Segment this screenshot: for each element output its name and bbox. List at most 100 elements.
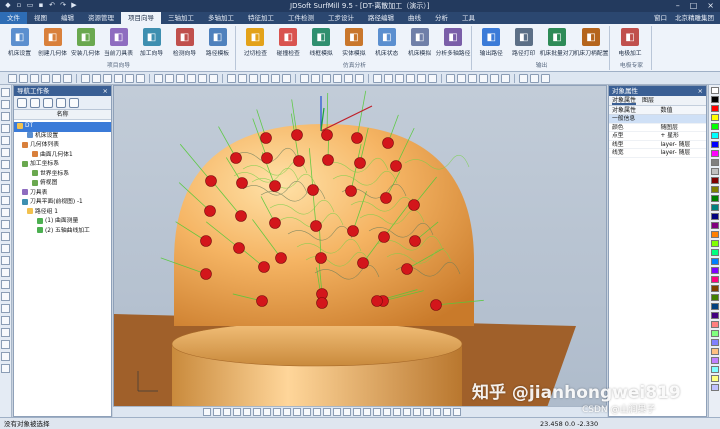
- measure-point[interactable]: [322, 154, 334, 166]
- snap-tool-icon[interactable]: [333, 408, 341, 416]
- measure-point[interactable]: [409, 235, 421, 247]
- view-tool-icon[interactable]: [428, 73, 437, 83]
- view-tool-icon[interactable]: [530, 73, 539, 83]
- scene-canvas[interactable]: [114, 86, 607, 417]
- tab-step-design[interactable]: 工步设计: [321, 12, 361, 24]
- tree-node[interactable]: 俯视图: [14, 179, 111, 189]
- color-swatch[interactable]: [711, 339, 719, 346]
- new-icon[interactable]: ▫: [15, 1, 23, 9]
- ribbon-button[interactable]: ◧ 过切检查: [240, 26, 271, 57]
- snap-tool-icon[interactable]: [293, 408, 301, 416]
- color-swatch[interactable]: [711, 186, 719, 193]
- snap-tool-icon[interactable]: [343, 408, 351, 416]
- snap-tool-icon[interactable]: [403, 408, 411, 416]
- measure-point[interactable]: [204, 205, 216, 217]
- color-swatch[interactable]: [711, 141, 719, 148]
- measure-point[interactable]: [430, 299, 442, 311]
- ribbon-button[interactable]: ◧ 机床模拟: [404, 26, 435, 57]
- measure-point[interactable]: [316, 297, 328, 309]
- tree-node[interactable]: (1) 曲面测量: [14, 217, 111, 227]
- tab-3axis[interactable]: 三轴加工: [161, 12, 201, 24]
- side-tool-icon[interactable]: [1, 244, 10, 253]
- view-tool-icon[interactable]: [300, 73, 309, 83]
- view-tool-icon[interactable]: [322, 73, 331, 83]
- measure-point[interactable]: [258, 261, 270, 273]
- save-icon[interactable]: ▪: [37, 1, 45, 9]
- side-tool-icon[interactable]: [1, 184, 10, 193]
- ribbon-button[interactable]: ◧ 碰撞检查: [273, 26, 304, 57]
- snap-tool-icon[interactable]: [273, 408, 281, 416]
- side-tool-icon[interactable]: [1, 136, 10, 145]
- undo-icon[interactable]: ↶: [48, 1, 56, 9]
- measure-point[interactable]: [260, 132, 272, 144]
- snap-tool-icon[interactable]: [393, 408, 401, 416]
- side-tool-icon[interactable]: [1, 148, 10, 157]
- tab-path-edit[interactable]: 路径编辑: [361, 12, 401, 24]
- side-tool-icon[interactable]: [1, 208, 10, 217]
- color-swatch[interactable]: [711, 375, 719, 382]
- view-tool-icon[interactable]: [198, 73, 207, 83]
- view-tool-icon[interactable]: [417, 73, 426, 83]
- tab-feature[interactable]: 特征加工: [241, 12, 281, 24]
- color-swatch[interactable]: [711, 303, 719, 310]
- color-swatch[interactable]: [711, 321, 719, 328]
- property-value[interactable]: layer- 随层: [658, 141, 707, 149]
- measure-point[interactable]: [307, 184, 319, 196]
- property-row[interactable]: 颜色 随图层: [609, 124, 707, 132]
- view-tool-icon[interactable]: [395, 73, 404, 83]
- ribbon-button[interactable]: ◧ 机床设置: [4, 26, 35, 57]
- color-swatch[interactable]: [711, 150, 719, 157]
- color-swatch[interactable]: [711, 159, 719, 166]
- view-tool-icon[interactable]: [176, 73, 185, 83]
- tab-resources[interactable]: 资源管理: [81, 12, 121, 24]
- color-swatch[interactable]: [711, 285, 719, 292]
- snap-tool-icon[interactable]: [263, 408, 271, 416]
- view-tool-icon[interactable]: [52, 73, 61, 83]
- view-tool-icon[interactable]: [260, 73, 269, 83]
- side-tool-icon[interactable]: [1, 124, 10, 133]
- measure-point[interactable]: [235, 210, 247, 222]
- tab-inspect[interactable]: 工件检测: [281, 12, 321, 24]
- measure-point[interactable]: [321, 129, 333, 141]
- snap-tool-icon[interactable]: [313, 408, 321, 416]
- property-row[interactable]: 点型 + 星形: [609, 132, 706, 141]
- navigator-tool-icon[interactable]: [43, 97, 53, 108]
- navigator-tool-icon[interactable]: [30, 97, 40, 108]
- side-tool-icon[interactable]: [1, 172, 10, 181]
- open-icon[interactable]: ▭: [26, 1, 34, 9]
- snap-tool-icon[interactable]: [373, 408, 381, 416]
- view-tool-icon[interactable]: [19, 73, 28, 83]
- view-tool-icon[interactable]: [468, 73, 477, 83]
- side-tool-icon[interactable]: [1, 160, 10, 169]
- tree-node[interactable]: 几何体列表: [14, 141, 111, 151]
- view-tool-icon[interactable]: [541, 73, 550, 83]
- color-swatch[interactable]: [711, 96, 719, 103]
- navigator-tool-icon[interactable]: [17, 97, 27, 108]
- measure-point[interactable]: [230, 152, 242, 164]
- measure-point[interactable]: [261, 152, 273, 164]
- app-logo-icon[interactable]: ◆: [4, 1, 12, 9]
- tree-node[interactable]: DT: [14, 122, 111, 132]
- color-swatch[interactable]: [711, 366, 719, 373]
- color-swatch[interactable]: [711, 240, 719, 247]
- ribbon-button[interactable]: ◧ 路径模板: [202, 26, 233, 57]
- snap-tool-icon[interactable]: [443, 408, 451, 416]
- snap-tool-icon[interactable]: [253, 408, 261, 416]
- close-icon[interactable]: ×: [103, 86, 108, 96]
- view-tool-icon[interactable]: [457, 73, 466, 83]
- snap-tool-icon[interactable]: [423, 408, 431, 416]
- measure-point[interactable]: [347, 225, 359, 237]
- measure-point[interactable]: [233, 242, 245, 254]
- tree-node[interactable]: 刀具表: [14, 189, 111, 199]
- close-button[interactable]: ×: [707, 0, 714, 11]
- navigator-tool-icon[interactable]: [56, 97, 66, 108]
- ribbon-button[interactable]: ◧ 检测向导: [169, 26, 200, 57]
- color-swatch[interactable]: [711, 222, 719, 229]
- snap-tool-icon[interactable]: [433, 408, 441, 416]
- snap-tool-icon[interactable]: [233, 408, 241, 416]
- tab-project-wizard[interactable]: 项目向导: [121, 12, 161, 24]
- ribbon-button[interactable]: ◧ 输出路径: [476, 26, 507, 57]
- ribbon-button[interactable]: ◧ 路径打印: [509, 26, 540, 57]
- property-value[interactable]: 随图层: [658, 124, 707, 132]
- redo-icon[interactable]: ↷: [59, 1, 67, 9]
